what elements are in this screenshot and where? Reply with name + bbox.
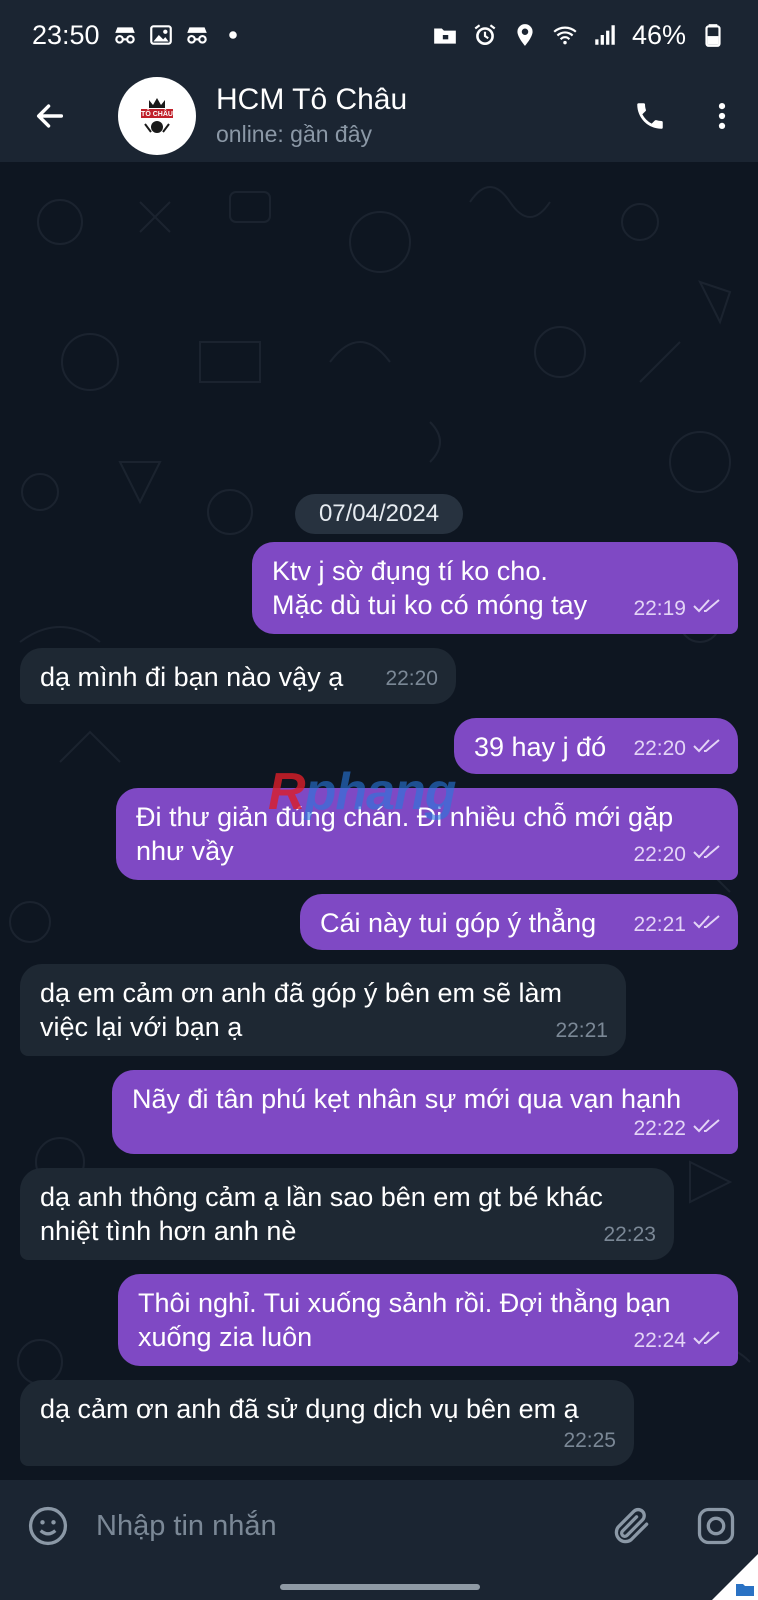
emoji-button[interactable] <box>0 1480 96 1572</box>
double-check-icon <box>692 592 724 626</box>
message-time: 22:24 <box>633 1329 686 1352</box>
paperclip-icon <box>614 1507 649 1544</box>
message-bubble-incoming[interactable]: dạ em cảm ơn anh đã góp ý bên em sẽ làm … <box>20 964 626 1056</box>
message-text: dạ cảm ơn anh đã sử dụng dịch vụ bên em … <box>40 1394 579 1424</box>
phone-icon <box>637 103 663 129</box>
image-icon <box>148 22 174 48</box>
message-time: 22:20 <box>633 737 686 760</box>
message-text: Thôi nghỉ. Tui xuống sảnh rồi. Đợi thằng… <box>138 1288 671 1318</box>
message-text: xuống zia luôn <box>138 1322 313 1352</box>
message-composer <box>0 1480 758 1572</box>
message-time: 22:20 <box>385 667 438 690</box>
battery-icon <box>700 22 726 48</box>
message-text: dạ anh thông cảm ạ lần sao bên em gt bé … <box>40 1182 603 1212</box>
logo-icon: TÔ CHÂU <box>141 98 173 133</box>
double-check-icon <box>692 908 724 942</box>
message-bubble-outgoing[interactable]: Thôi nghỉ. Tui xuống sảnh rồi. Đợi thằng… <box>118 1274 738 1366</box>
attach-button[interactable] <box>590 1480 674 1572</box>
dot-icon <box>220 22 246 48</box>
more-vertical-icon <box>718 102 726 130</box>
message-bubble-incoming[interactable]: dạ mình đi bạn nào vậy ạ 22:20 <box>20 648 456 704</box>
call-button[interactable] <box>614 70 686 162</box>
signal-icon <box>592 22 618 48</box>
battery-percent: 46% <box>631 19 686 50</box>
alarm-icon <box>472 22 498 48</box>
message-bubble-incoming[interactable]: dạ cảm ơn anh đã sử dụng dịch vụ bên em … <box>20 1380 634 1466</box>
watermark: Rphang <box>268 763 457 821</box>
double-check-icon <box>692 732 724 766</box>
contact-status: online: gần đây <box>216 121 373 147</box>
message-bubble-incoming[interactable]: dạ anh thông cảm ạ lần sao bên em gt bé … <box>20 1168 674 1260</box>
double-check-icon <box>692 1324 724 1358</box>
message-input[interactable] <box>96 1509 590 1543</box>
folder-lock-icon <box>432 22 458 48</box>
message-time: 22:23 <box>603 1223 656 1246</box>
more-options-button[interactable] <box>686 70 758 162</box>
message-bubble-outgoing[interactable]: Nãy đi tân phú kẹt nhân sự mới qua vạn h… <box>112 1070 738 1154</box>
location-icon <box>512 22 538 48</box>
status-time: 23:50 <box>32 19 100 50</box>
message-text: như vầy <box>136 836 234 866</box>
message-time: 22:19 <box>633 597 686 620</box>
contact-name[interactable]: HCM Tô Châu <box>216 82 614 118</box>
message-text: dạ mình đi bạn nào vậy ạ <box>40 662 344 692</box>
double-check-icon <box>692 838 724 872</box>
message-time: 22:21 <box>633 913 686 936</box>
chat-area[interactable]: 07/04/2024 Ktv j sờ đụng tí ko cho. Mặc … <box>0 162 758 1480</box>
incognito-icon <box>184 22 210 48</box>
message-text: việc lại với bạn ạ <box>40 1012 243 1042</box>
date-separator: 07/04/2024 <box>295 494 463 534</box>
message-time: 22:20 <box>633 843 686 866</box>
home-gesture-handle[interactable] <box>280 1584 480 1590</box>
camera-icon <box>697 1507 735 1545</box>
svg-text:TÔ CHÂU: TÔ CHÂU <box>141 109 173 118</box>
message-bubble-outgoing[interactable]: Ktv j sờ đụng tí ko cho. Mặc dù tui ko c… <box>252 542 738 634</box>
message-text: nhiệt tình hơn anh nè <box>40 1216 297 1246</box>
smiley-icon <box>28 1506 68 1546</box>
message-time: 22:22 <box>633 1117 686 1140</box>
message-text: Nãy đi tân phú kẹt nhân sự mới qua vạn h… <box>132 1084 682 1114</box>
folder-badge-icon <box>712 1554 758 1600</box>
message-time: 22:25 <box>563 1429 616 1452</box>
message-bubble-outgoing[interactable]: 39 hay j đó 22:20 <box>454 718 738 774</box>
back-button[interactable] <box>0 70 100 162</box>
arrow-left-icon <box>36 104 64 128</box>
status-bar: 23:50 46% <box>0 0 758 70</box>
message-text: Ktv j sờ đụng tí ko cho. <box>272 556 548 586</box>
chat-header: TÔ CHÂU HCM Tô Châu online: gần đây <box>0 70 758 162</box>
message-time: 22:21 <box>555 1019 608 1042</box>
incognito-icon <box>112 22 138 48</box>
message-bubble-outgoing[interactable]: Cái này tui góp ý thẳng 22:21 <box>300 894 738 950</box>
wifi-icon <box>552 22 578 48</box>
system-nav-bar <box>0 1554 758 1600</box>
double-check-icon <box>692 1112 724 1146</box>
message-text: dạ em cảm ơn anh đã góp ý bên em sẽ làm <box>40 978 562 1008</box>
avatar[interactable]: TÔ CHÂU <box>118 77 196 155</box>
